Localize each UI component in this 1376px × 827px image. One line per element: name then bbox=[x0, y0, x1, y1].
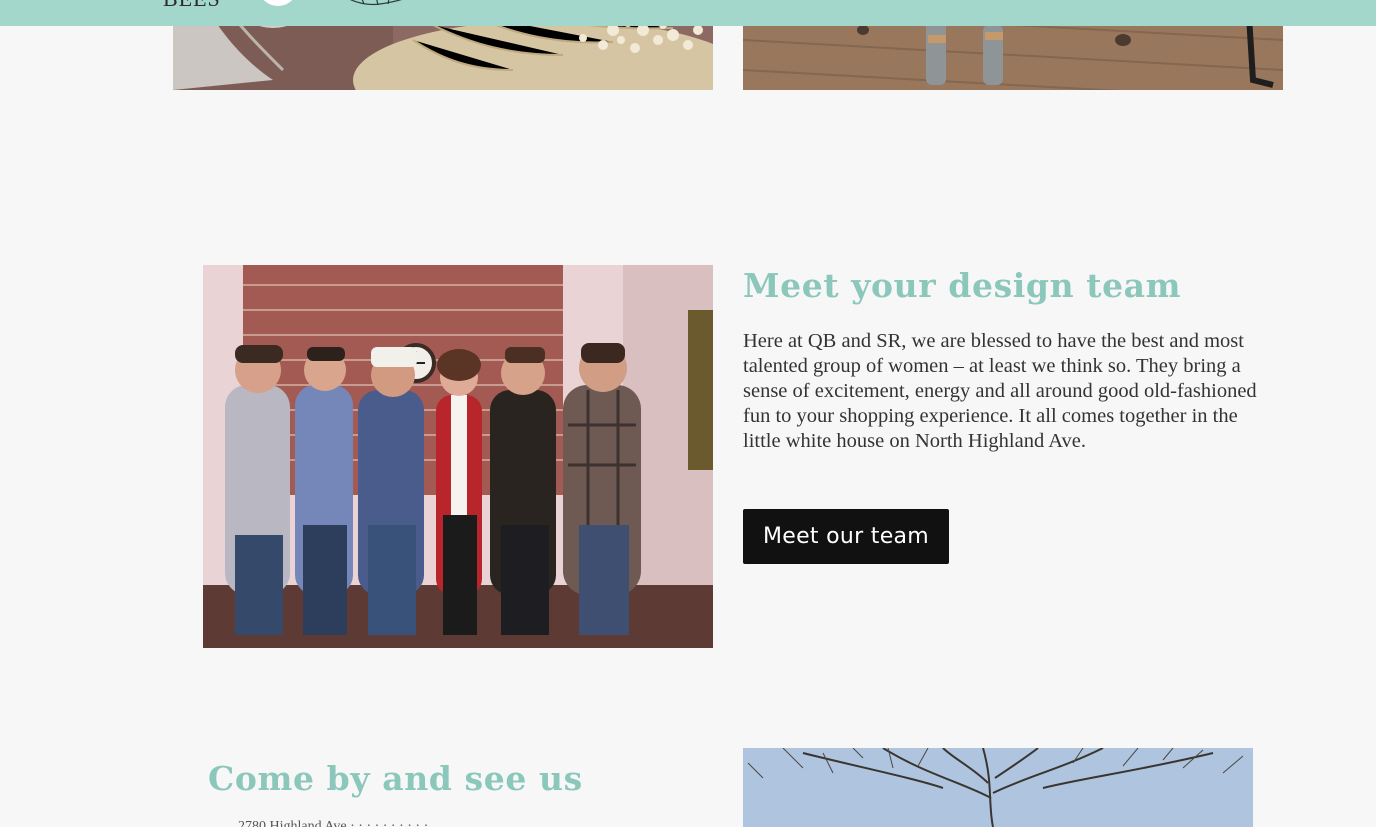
team-description: Here at QB and SR, we are blessed to hav… bbox=[743, 330, 1257, 452]
visit-heading: Come by and see us bbox=[208, 759, 583, 798]
team-heading: Meet your design team bbox=[743, 266, 1182, 305]
storefront-tree-photo bbox=[743, 748, 1253, 827]
team-photo bbox=[203, 265, 713, 648]
logo-circle-icon[interactable] bbox=[258, 0, 298, 6]
site-header: BEES bbox=[0, 0, 1376, 26]
tree-illustration-icon bbox=[350, 0, 403, 6]
logo-text[interactable]: BEES bbox=[163, 0, 221, 12]
address-text: 2780 Highland Ave · · · · · · · · · · bbox=[238, 820, 658, 827]
meet-our-team-button[interactable]: Meet our team bbox=[743, 509, 949, 564]
